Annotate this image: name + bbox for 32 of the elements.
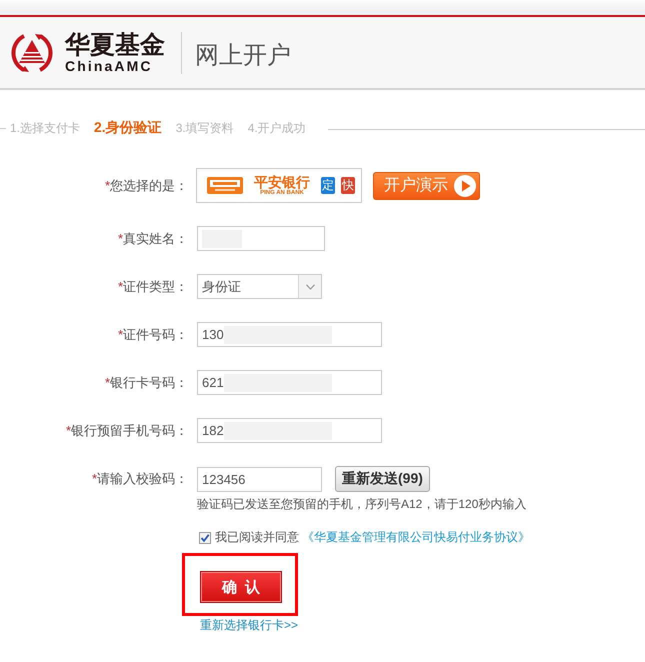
page-title: 网上开户 <box>195 40 291 70</box>
product-tag: 定 <box>321 177 335 194</box>
brand-name: 华夏基金 <box>65 32 165 58</box>
resend-button[interactable]: 重新发送(99) <box>335 466 430 492</box>
confirm-button[interactable]: 确认 <box>200 571 282 603</box>
bank-logo-icon <box>207 177 243 194</box>
checkbox[interactable] <box>199 532 211 544</box>
play-icon <box>454 174 476 196</box>
brand-name-english: ChinaAMC <box>65 58 154 74</box>
step-label: 3.填写资料 <box>176 120 234 136</box>
step-label: 1.选择支付卡 <box>10 120 80 136</box>
input-field[interactable]: 130 <box>197 322 382 347</box>
chevron-down-icon <box>306 284 314 290</box>
field-label: *银行卡号码： <box>104 374 188 392</box>
field-label: *证件类型： <box>116 278 188 296</box>
input-field[interactable]: 621 <box>197 370 382 395</box>
input-field[interactable] <box>197 226 325 251</box>
hint-text: 验证码已发送至您预留的手机，序列号A12，请于120秒内输入 <box>197 496 526 513</box>
field-label: *真实姓名： <box>116 230 188 248</box>
field-label: *请输入校验码： <box>90 470 188 488</box>
field-label: *银行预留手机号码： <box>64 422 188 440</box>
product-tag: 快 <box>341 177 355 194</box>
field-label: *证件号码： <box>116 326 188 344</box>
select-field[interactable]: 身份证 <box>197 274 322 299</box>
input-field[interactable]: 182 <box>197 418 382 443</box>
input-field[interactable]: 123456 <box>197 466 322 492</box>
agreement-text: 我已阅读并同意 <box>215 529 299 546</box>
rechoose-bank-link[interactable]: 重新选择银行卡>> <box>200 617 298 634</box>
step-label: 4.开户成功 <box>248 120 306 136</box>
field-label: *您选择的是： <box>104 176 188 194</box>
bank-name: 平安银行 <box>254 174 310 190</box>
step-label: 2.身份验证 <box>94 119 162 137</box>
